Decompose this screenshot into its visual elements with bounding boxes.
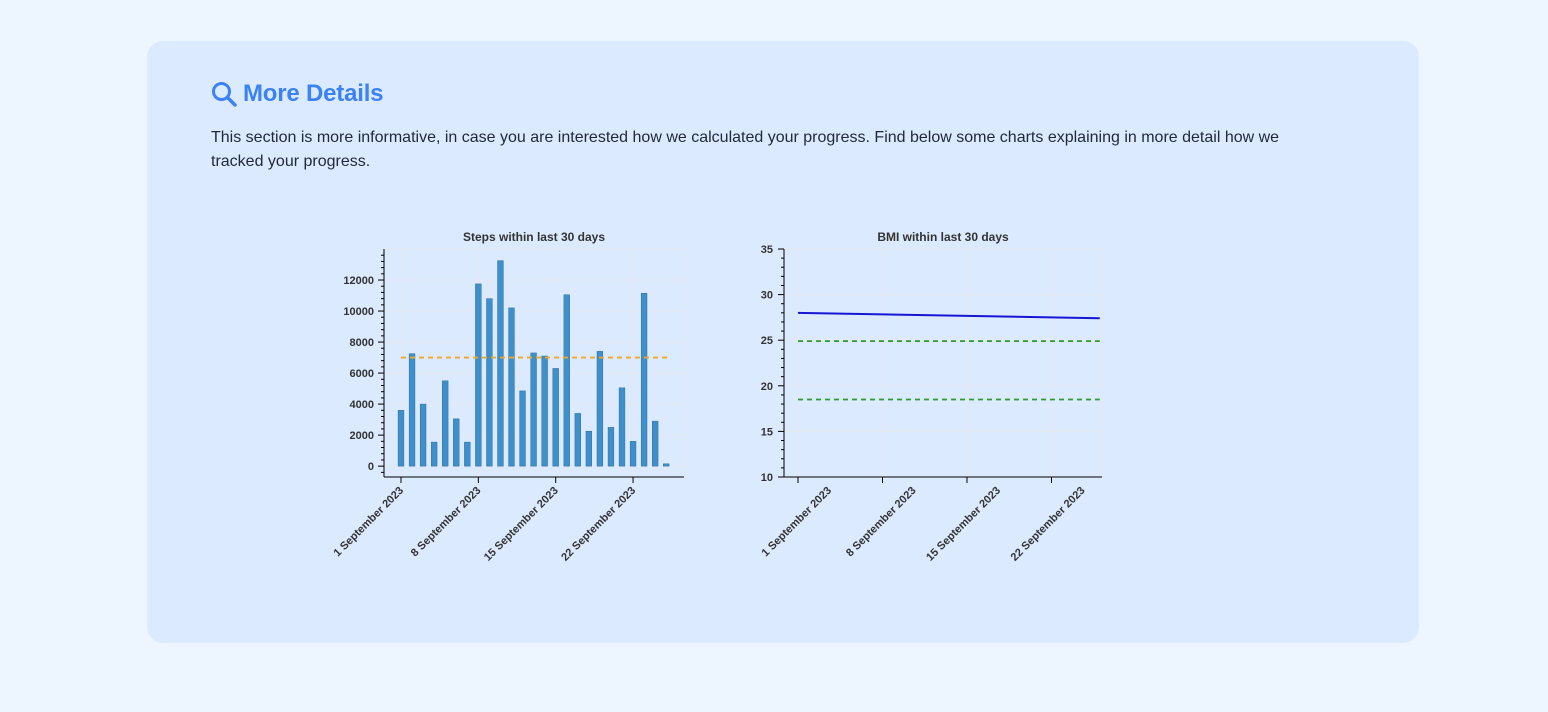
bmi-y-tick-label: 35 (761, 244, 773, 256)
bmi-y-tick-label: 30 (761, 290, 773, 302)
steps-bar (574, 413, 581, 467)
bmi-y-tick-label: 20 (761, 381, 773, 393)
section-description: This section is more informative, in cas… (211, 129, 1280, 170)
section-header: More Details (211, 79, 384, 109)
steps-bar (629, 441, 637, 467)
steps-bar (397, 410, 405, 467)
steps-bar (596, 351, 604, 467)
steps-bar (519, 390, 526, 467)
steps-y-tick-label: 12000 (343, 275, 374, 287)
steps-bar (607, 427, 615, 467)
steps-bar (508, 307, 515, 467)
bmi-chart: BMI within last 30 days 10 15 20 25 30 35 1 Se… (759, 230, 1103, 564)
steps-y-tick-label: 2000 (350, 430, 374, 442)
steps-bar (408, 353, 416, 467)
steps-bar (618, 387, 626, 467)
bmi-y-tick-label: 10 (761, 472, 773, 484)
steps-bar (652, 420, 659, 467)
steps-y-tick-label: 8000 (350, 337, 374, 349)
bmi-x-tick-label: 1 September 2023 (759, 485, 834, 560)
steps-bar (563, 294, 570, 467)
steps-bar (552, 368, 559, 467)
steps-bar (442, 380, 449, 467)
steps-bar (475, 283, 482, 467)
steps-bar (419, 403, 427, 467)
steps-bar (585, 430, 592, 467)
steps-y-tick-label: 4000 (350, 399, 374, 411)
steps-x-tick-label: 15 September 2023 (482, 485, 561, 564)
steps-bar (486, 298, 493, 467)
steps-y-tick-label: 10000 (343, 306, 374, 318)
bmi-chart-title: BMI within last 30 days (877, 230, 1009, 244)
steps-bar (663, 463, 670, 467)
steps-bar (464, 441, 471, 467)
search-icon (211, 81, 237, 107)
steps-y-tick-label: 0 (368, 461, 374, 473)
bmi-x-tick-label: 8 September 2023 (844, 485, 919, 560)
steps-x-tick-label: 8 September 2023 (409, 485, 484, 560)
steps-bar (530, 352, 537, 467)
bmi-series-line (797, 311, 1100, 320)
steps-chart-title: Steps within last 30 days (463, 230, 605, 244)
steps-chart: Steps within last 30 days 0 2000 4000 6000 8… (331, 230, 685, 564)
bmi-plot-frame (783, 248, 1103, 478)
steps-y-tick-label: 6000 (350, 368, 374, 380)
steps-bar (431, 441, 438, 467)
steps-bar (453, 418, 460, 467)
steps-x-tick-label: 22 September 2023 (559, 485, 638, 564)
section-title: More Details (243, 80, 384, 107)
bmi-y-tick-label: 25 (761, 335, 773, 347)
steps-bar (640, 292, 648, 467)
steps-bar (541, 355, 548, 467)
steps-bar (497, 260, 504, 467)
bmi-x-tick-label: 22 September 2023 (1009, 485, 1088, 564)
bmi-x-tick-label: 15 September 2023 (924, 485, 1003, 564)
bmi-y-tick-label: 15 (761, 426, 773, 438)
steps-x-tick-label: 1 September 2023 (331, 485, 406, 560)
